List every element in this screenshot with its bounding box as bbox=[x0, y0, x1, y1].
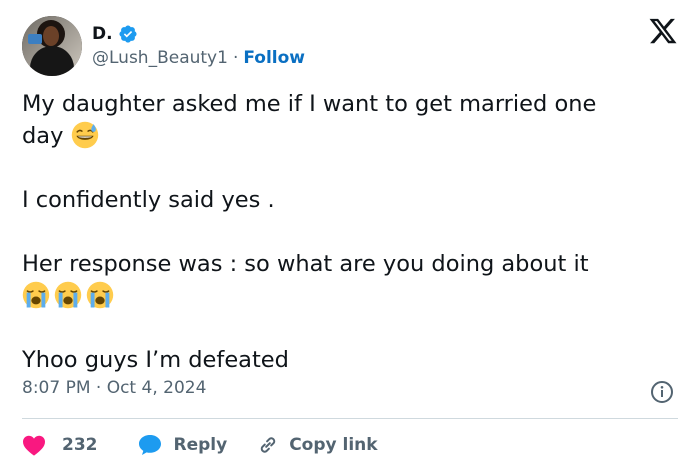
divider bbox=[22, 418, 678, 419]
tweet-line: Yhoo guys I’m defeated bbox=[22, 347, 289, 373]
tweet-line: day bbox=[22, 120, 682, 152]
action-bar: 232 Reply Copy link bbox=[22, 430, 378, 460]
timestamp[interactable]: 8:07 PM · Oct 4, 2024 bbox=[22, 378, 206, 398]
info-icon[interactable] bbox=[650, 380, 674, 404]
loudly-crying-face-icon bbox=[54, 281, 82, 309]
loudly-crying-face-icon bbox=[22, 281, 50, 309]
tweet-line: Her response was : so what are you doing… bbox=[22, 251, 589, 277]
tweet-line: My daughter asked me if I want to get ma… bbox=[22, 91, 597, 117]
x-logo-icon[interactable] bbox=[648, 16, 678, 46]
copy-link-button[interactable]: Copy link bbox=[257, 434, 378, 456]
handle[interactable]: @Lush_Beauty1 bbox=[92, 48, 228, 68]
author-name-row: D. bbox=[92, 22, 138, 46]
follow-button[interactable]: Follow bbox=[243, 48, 305, 68]
like-count: 232 bbox=[62, 435, 98, 455]
reply-bubble-icon bbox=[138, 435, 161, 455]
reply-button[interactable]: Reply bbox=[138, 434, 258, 456]
tweet-line: I confidently said yes . bbox=[22, 187, 275, 213]
like-button[interactable]: 232 bbox=[22, 434, 138, 456]
heart-icon bbox=[23, 435, 45, 456]
loudly-crying-face-icon bbox=[86, 281, 114, 309]
tweet-line-text: day bbox=[22, 123, 64, 149]
grinning-face-with-sweat-icon bbox=[71, 121, 98, 149]
separator: · bbox=[232, 48, 239, 68]
avatar[interactable] bbox=[22, 16, 82, 76]
emoji-row bbox=[22, 280, 682, 312]
display-name[interactable]: D. bbox=[92, 24, 113, 44]
tweet-text: My daughter asked me if I want to get ma… bbox=[22, 88, 682, 376]
link-icon bbox=[260, 437, 276, 453]
reply-label: Reply bbox=[173, 435, 228, 455]
verified-badge-icon bbox=[119, 25, 137, 43]
handle-row: @Lush_Beauty1 · Follow bbox=[92, 48, 305, 68]
copy-link-label: Copy link bbox=[289, 435, 378, 455]
